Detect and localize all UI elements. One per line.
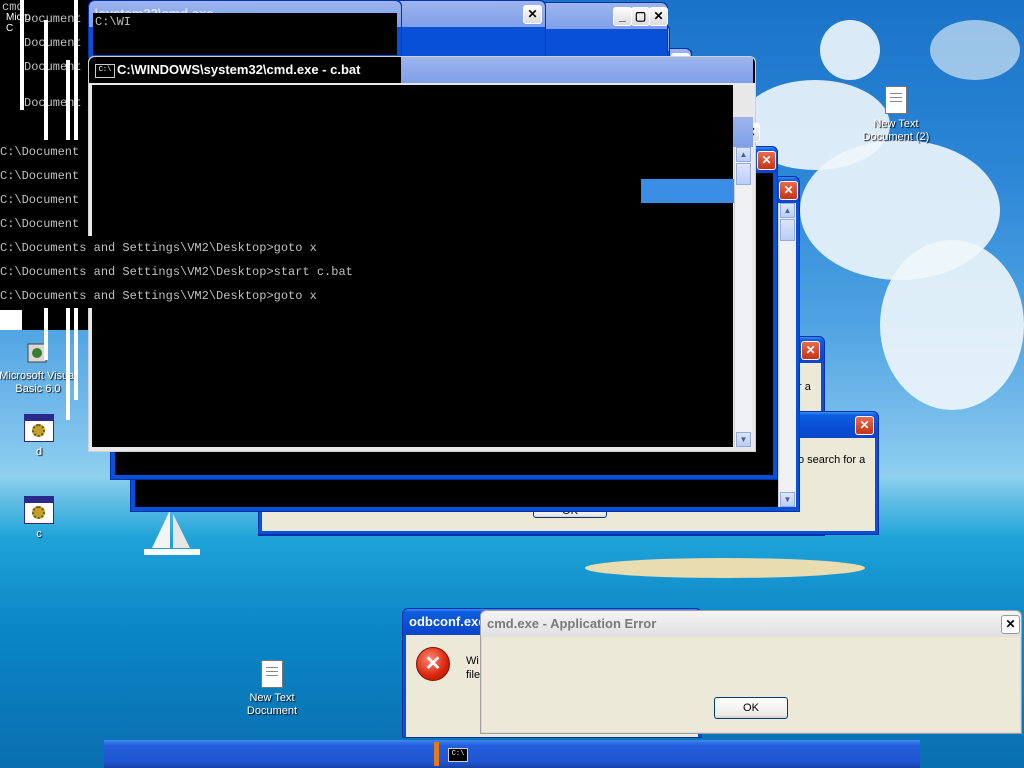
console-line: Document [24, 60, 82, 74]
console-line: Document [24, 36, 82, 50]
console-area[interactable]: C:\WI [93, 13, 397, 55]
close-icon[interactable]: ✕ [801, 341, 820, 360]
desktop-icon-new-text-document-2[interactable]: New Text Document (2) [856, 86, 936, 144]
text-document-icon [885, 86, 907, 114]
console-line: C:\Document [0, 140, 86, 164]
dialog-body: OK [482, 637, 1020, 732]
restore-icon[interactable]: ▢ [631, 7, 650, 26]
cmd-window-back: \system32\cmd.exe C:\WI [88, 0, 402, 58]
console-line: C:\Document [0, 188, 86, 212]
console-line: C:\WI [95, 15, 132, 29]
cmd-icon[interactable]: C:\ [95, 64, 115, 78]
close-icon[interactable]: ✕ [649, 7, 668, 26]
batch-file-icon [24, 496, 54, 524]
console-line: Document [24, 12, 82, 26]
minimize-icon[interactable]: _ [613, 7, 632, 26]
scroll-down-icon[interactable]: ▼ [736, 432, 751, 447]
scroll-down-icon[interactable]: ▼ [780, 492, 795, 507]
desktop-icon-label: New Text Document [246, 692, 298, 717]
taskbar-cmd-button[interactable]: C:\ [448, 748, 468, 762]
desktop-icon-label: c [36, 528, 42, 540]
console-line: Document [24, 96, 82, 110]
desktop-icon-new-text-document[interactable]: New Text Document [232, 660, 312, 718]
error-icon: ✕ [416, 647, 450, 681]
close-icon[interactable]: ✕ [855, 416, 874, 435]
scrollbar[interactable]: ▲ ▼ [734, 147, 752, 447]
dialog-text: Wi [466, 655, 479, 667]
taskbar-divider [434, 742, 439, 766]
scrollbar[interactable]: ▲ ▼ [778, 203, 796, 507]
island [585, 558, 865, 578]
console-line: C:\Documents and Settings\VM2\Desktop>go… [0, 284, 650, 308]
desktop-icon-c[interactable]: c [0, 496, 79, 541]
cloud [930, 20, 1020, 80]
text-document-icon [261, 660, 283, 688]
close-icon[interactable]: ✕ [1001, 615, 1020, 634]
console-text-overlay: C:\Document C:\Document C:\Document C:\D… [0, 140, 650, 308]
dialog-text: file [466, 669, 481, 681]
cloud [880, 240, 1024, 410]
scroll-up-icon[interactable]: ▲ [736, 147, 751, 162]
batch-file-icon [24, 414, 54, 442]
sailboat [144, 510, 200, 555]
cloud [820, 20, 880, 80]
selection-highlight [641, 179, 735, 203]
scroll-up-icon[interactable]: ▲ [780, 203, 795, 218]
window-title: C:\WINDOWS\system32\cmd.exe - c.bat [117, 62, 361, 77]
window-edge [0, 310, 22, 330]
console-line: C:\Documents and Settings\VM2\Desktop>st… [0, 260, 650, 284]
close-icon[interactable]: ✕ [757, 151, 776, 170]
console-line: C:\Documents and Settings\VM2\Desktop>go… [0, 236, 650, 260]
desktop-icon-d[interactable]: d [0, 414, 79, 459]
title-bar[interactable]: cmd.exe - Application Error [481, 611, 1021, 637]
console-line: C:\Document [0, 164, 86, 188]
ok-button[interactable]: OK [714, 697, 788, 719]
window-edge [20, 0, 24, 110]
console-line: C:\Document [0, 212, 86, 236]
scroll-thumb[interactable] [736, 163, 751, 185]
desktop-icon-label: d [35, 446, 43, 458]
taskbar[interactable]: C:\ [104, 740, 920, 768]
overlap-titlebar [401, 57, 753, 83]
close-icon[interactable]: ✕ [523, 5, 542, 24]
close-icon[interactable]: ✕ [779, 181, 798, 200]
scroll-thumb[interactable] [780, 219, 795, 241]
window-title: cmd.exe - Application Error [487, 616, 657, 631]
cmd-application-error-dialog[interactable]: cmd.exe - Application Error ✕ OK [480, 610, 1022, 734]
dialog-text: o search for a [798, 454, 866, 466]
desktop-icon-label: New Text Document (2) [862, 118, 930, 143]
window-title: odbconf.exe [409, 614, 486, 629]
